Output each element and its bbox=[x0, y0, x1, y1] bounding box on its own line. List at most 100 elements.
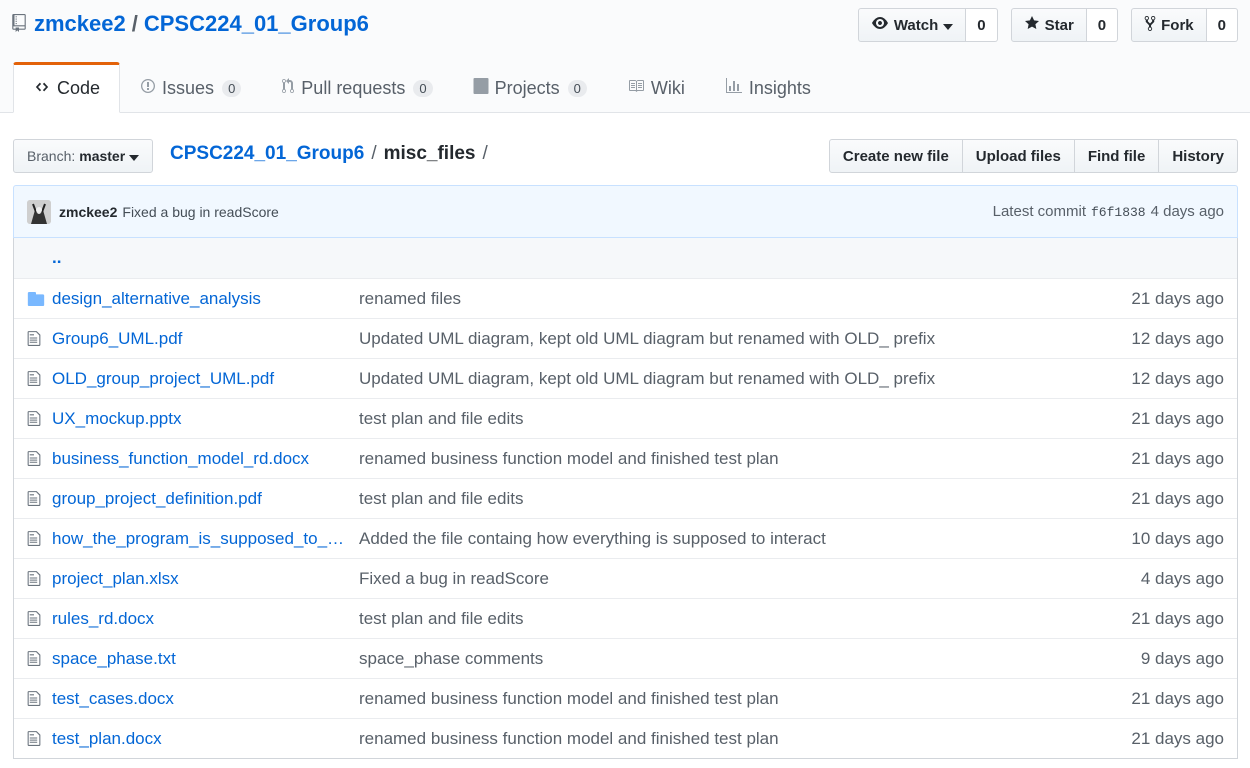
repo-icon bbox=[12, 14, 28, 34]
latest-commit-bar: zmckee2 Fixed a bug in readScore Latest … bbox=[13, 185, 1238, 238]
file-icon bbox=[14, 690, 52, 707]
file-icon bbox=[14, 450, 52, 467]
issue-icon bbox=[140, 78, 156, 99]
file-commit-message-link[interactable]: renamed business function model and fini… bbox=[359, 449, 1097, 469]
watch-count[interactable]: 0 bbox=[966, 8, 998, 42]
file-name-link[interactable]: rules_rd.docx bbox=[52, 609, 359, 629]
table-row: UX_mockup.pptx test plan and file edits 21… bbox=[14, 398, 1237, 438]
projects-counter: 0 bbox=[567, 80, 587, 97]
file-commit-message-link[interactable]: Added the file containg how everything i… bbox=[359, 529, 1097, 549]
file-commit-message-link[interactable]: test plan and file edits bbox=[359, 409, 1097, 429]
file-age: 21 days ago bbox=[1131, 288, 1224, 308]
table-row: project_plan.xlsx Fixed a bug in readScor… bbox=[14, 558, 1237, 598]
code-icon bbox=[33, 78, 51, 99]
file-age: 9 days ago bbox=[1140, 648, 1224, 668]
file-name-link[interactable]: OLD_group_project_UML.pdf bbox=[52, 369, 359, 389]
table-row: test_plan.docx renamed business function … bbox=[14, 718, 1237, 758]
file-commit-message-link[interactable]: test plan and file edits bbox=[359, 489, 1097, 509]
file-icon bbox=[14, 410, 52, 427]
tab-insights[interactable]: Insights bbox=[705, 62, 831, 113]
file-icon bbox=[14, 610, 52, 627]
commit-message-link[interactable]: Fixed a bug in readScore bbox=[122, 204, 278, 220]
branch-select-button[interactable]: Branch: master bbox=[13, 139, 154, 173]
file-age: 12 days ago bbox=[1131, 368, 1224, 388]
file-name-link[interactable]: Group6_UML.pdf bbox=[52, 329, 359, 349]
file-age: 12 days ago bbox=[1131, 328, 1224, 348]
history-button[interactable]: History bbox=[1158, 139, 1238, 173]
watch-button[interactable]: Watch bbox=[857, 8, 967, 42]
watch-label: Watch bbox=[893, 16, 939, 34]
fork-button[interactable]: Fork bbox=[1131, 8, 1207, 42]
file-icon bbox=[14, 370, 52, 387]
file-commit-message-link[interactable]: renamed files bbox=[359, 289, 1097, 309]
chevron-down-icon bbox=[943, 17, 954, 34]
issues-counter: 0 bbox=[222, 80, 242, 97]
file-name-link[interactable]: space_phase.txt bbox=[52, 649, 359, 669]
commit-age: 4 days ago bbox=[1150, 203, 1224, 220]
tab-wiki[interactable]: Wiki bbox=[607, 62, 705, 113]
star-button[interactable]: Star bbox=[1010, 8, 1087, 42]
upload-files-button[interactable]: Upload files bbox=[961, 139, 1075, 173]
fork-count[interactable]: 0 bbox=[1206, 8, 1238, 42]
file-name-link[interactable]: group_project_definition.pdf bbox=[52, 489, 359, 509]
table-row: space_phase.txt space_phase comments 9 day… bbox=[14, 638, 1237, 678]
star-count[interactable]: 0 bbox=[1086, 8, 1119, 42]
file-commit-message-link[interactable]: renamed business function model and fini… bbox=[359, 689, 1097, 709]
file-commit-message-link[interactable]: test plan and file edits bbox=[359, 609, 1097, 629]
file-name-link[interactable]: business_function_model_rd.docx bbox=[52, 449, 359, 469]
file-name-link[interactable]: design_alternative_analysis bbox=[52, 289, 359, 309]
commit-sha-link[interactable]: f6f1838 bbox=[1091, 205, 1146, 220]
table-row: Group6_UML.pdf Updated UML diagram, kept … bbox=[14, 318, 1237, 358]
tab-insights-label: Insights bbox=[748, 78, 811, 98]
file-age: 21 days ago bbox=[1131, 488, 1224, 508]
tab-code[interactable]: Code bbox=[13, 62, 121, 113]
star-group: Star 0 bbox=[1010, 8, 1119, 42]
branch-label: Branch: bbox=[27, 148, 76, 164]
file-name-link[interactable]: test_plan.docx bbox=[52, 729, 359, 749]
breadcrumb-root-link[interactable]: CPSC224_01_Group6 bbox=[170, 143, 364, 165]
file-commit-message-link[interactable]: space_phase comments bbox=[359, 649, 1097, 669]
tab-projects-label: Projects bbox=[494, 78, 560, 98]
file-age: 21 days ago bbox=[1131, 728, 1224, 748]
repo-owner-link[interactable]: zmckee2 bbox=[34, 11, 126, 37]
file-name-link[interactable]: how_the_program_is_supposed_to_… bbox=[52, 529, 359, 549]
repo-title: zmckee2 / CPSC224_01_Group6 bbox=[12, 11, 369, 37]
table-row: OLD_group_project_UML.pdf Updated UML dia… bbox=[14, 358, 1237, 398]
tab-pull-requests-label: Pull requests bbox=[301, 78, 406, 98]
file-navigation: Branch: master CPSC224_01_Group6 / misc_… bbox=[13, 139, 1238, 173]
file-commit-message-link[interactable]: Fixed a bug in readScore bbox=[359, 569, 1097, 589]
table-row: design_alternative_analysis renamed files… bbox=[14, 278, 1237, 318]
commit-author-link[interactable]: zmckee2 bbox=[59, 204, 117, 220]
pull-request-icon bbox=[281, 78, 295, 99]
breadcrumb-separator: / bbox=[371, 143, 377, 164]
eye-icon bbox=[871, 15, 889, 35]
star-icon bbox=[1024, 15, 1040, 35]
file-age: 21 days ago bbox=[1131, 408, 1224, 428]
avatar[interactable] bbox=[27, 199, 51, 224]
repo-name-link[interactable]: CPSC224_01_Group6 bbox=[144, 11, 369, 37]
file-age: 4 days ago bbox=[1140, 568, 1224, 588]
file-age: 21 days ago bbox=[1131, 448, 1224, 468]
tab-projects[interactable]: Projects 0 bbox=[453, 62, 607, 113]
up-tree-link[interactable]: .. bbox=[14, 248, 321, 268]
tab-pull-requests[interactable]: Pull requests 0 bbox=[261, 62, 452, 113]
table-row: how_the_program_is_supposed_to_… Added th… bbox=[14, 518, 1237, 558]
up-tree-row: .. bbox=[14, 238, 1237, 278]
find-file-button[interactable]: Find file bbox=[1073, 139, 1160, 173]
file-list: .. design_alternative_analysis renamed fi… bbox=[13, 238, 1238, 759]
file-commit-message-link[interactable]: renamed business function model and fini… bbox=[359, 729, 1097, 749]
repo-title-separator: / bbox=[131, 11, 138, 36]
file-icon bbox=[14, 650, 52, 667]
file-commit-message-link[interactable]: Updated UML diagram, kept old UML diagra… bbox=[359, 329, 1097, 349]
file-name-link[interactable]: project_plan.xlsx bbox=[52, 569, 359, 589]
file-name-link[interactable]: test_cases.docx bbox=[52, 689, 359, 709]
star-label: Star bbox=[1044, 16, 1074, 34]
file-name-link[interactable]: UX_mockup.pptx bbox=[52, 409, 359, 429]
create-new-file-button[interactable]: Create new file bbox=[828, 139, 963, 173]
file-age: 21 days ago bbox=[1131, 688, 1224, 708]
repo-header: zmckee2 / CPSC224_01_Group6 Watch 0 Star… bbox=[0, 0, 1250, 113]
file-commit-message-link[interactable]: Updated UML diagram, kept old UML diagra… bbox=[359, 369, 1097, 389]
tab-issues[interactable]: Issues 0 bbox=[120, 62, 261, 113]
file-age: 21 days ago bbox=[1131, 608, 1224, 628]
folder-icon bbox=[14, 291, 52, 306]
